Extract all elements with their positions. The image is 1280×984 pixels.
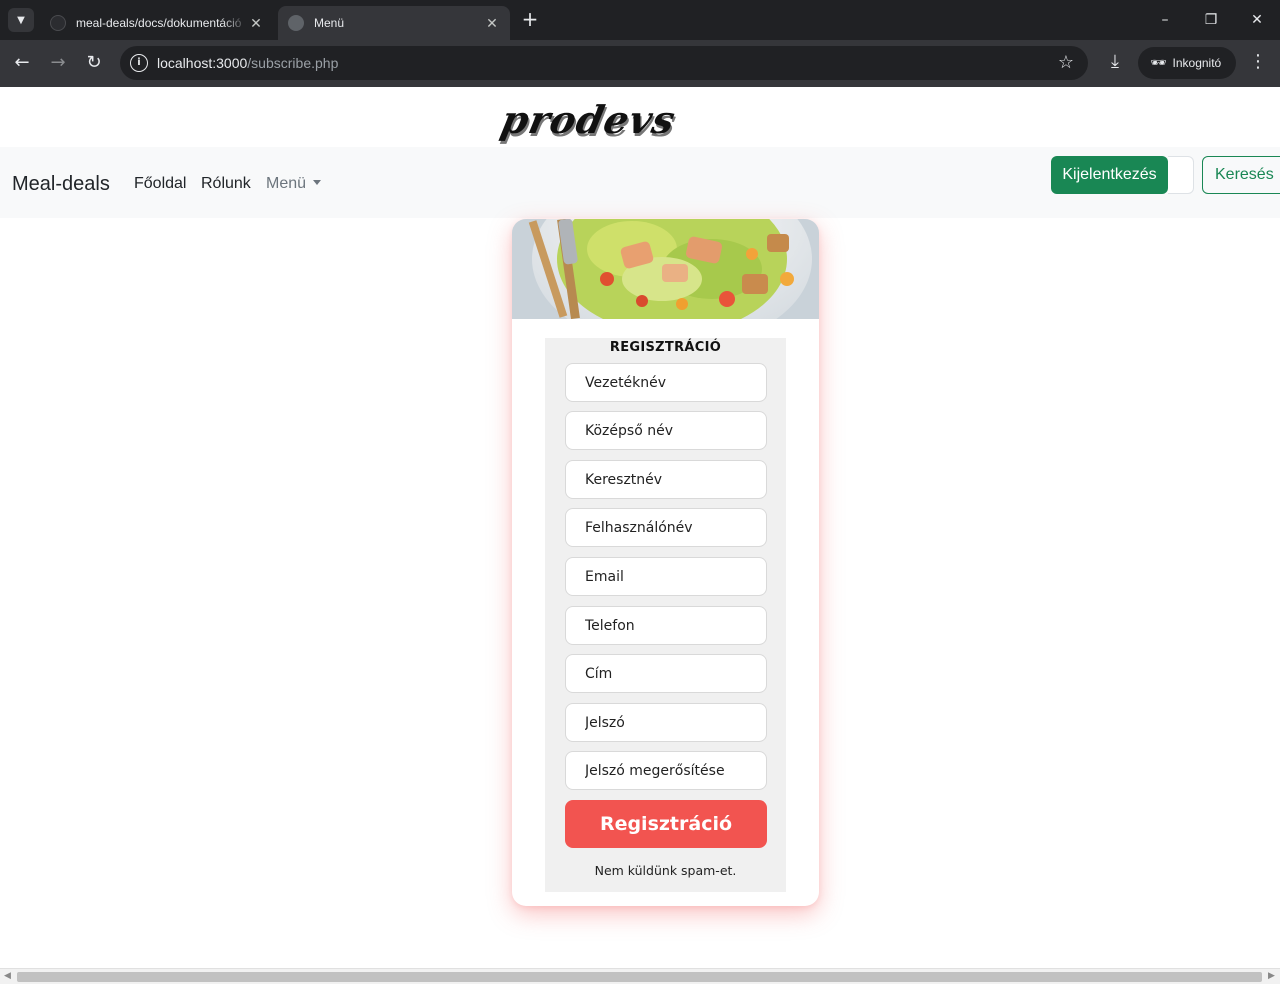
salad-image bbox=[512, 219, 819, 349]
register-button[interactable]: Regisztráció bbox=[565, 800, 767, 848]
navbar-brand[interactable]: Meal-deals bbox=[12, 173, 110, 196]
star-icon[interactable]: ☆ bbox=[1058, 52, 1074, 73]
nav-dropdown-menu[interactable]: Menü bbox=[266, 175, 322, 193]
no-spam-note: Nem küldünk spam-et. bbox=[594, 863, 737, 878]
scrollbar-thumb[interactable] bbox=[17, 972, 1262, 982]
browser-tab-bar: ▼ meal-deals/docs/dokumentáció ✕ Menü ✕ … bbox=[0, 0, 1280, 40]
address-field[interactable] bbox=[565, 654, 767, 693]
plus-icon[interactable]: + bbox=[518, 8, 542, 32]
address-bar[interactable]: i localhost:3000/subscribe.php ☆ bbox=[120, 46, 1088, 80]
browser-tab-docs[interactable]: meal-deals/docs/dokumentáció ✕ bbox=[40, 6, 274, 40]
github-icon bbox=[50, 15, 66, 31]
close-window-icon[interactable]: ✕ bbox=[1245, 8, 1269, 32]
info-icon[interactable]: i bbox=[130, 54, 148, 72]
browser-toolbar: ← → ↻ i localhost:3000/subscribe.php ☆ ⤓… bbox=[0, 40, 1280, 87]
reload-icon[interactable]: ↻ bbox=[82, 51, 106, 75]
nav-link-about[interactable]: Rólunk bbox=[201, 175, 251, 193]
password-field[interactable] bbox=[565, 703, 767, 742]
url-path: /subscribe.php bbox=[247, 55, 339, 71]
caret-down-icon bbox=[313, 180, 322, 185]
first-name-field[interactable] bbox=[565, 460, 767, 499]
arrow-left-icon[interactable]: ← bbox=[10, 51, 34, 75]
last-name-field[interactable] bbox=[565, 363, 767, 402]
registration-card: REGISZTRÁCIÓ Regisztráció Nem küldünk sp… bbox=[512, 219, 819, 906]
incognito-label: Inkognitó bbox=[1172, 56, 1222, 70]
globe-icon bbox=[288, 15, 304, 31]
form-title: REGISZTRÁCIÓ bbox=[609, 340, 722, 355]
scroll-left-icon[interactable]: ◀ bbox=[4, 971, 11, 981]
search-input[interactable] bbox=[1168, 156, 1194, 194]
tab-title: meal-deals/docs/dokumentáció bbox=[76, 16, 242, 30]
chevron-down-icon[interactable]: ▼ bbox=[8, 8, 34, 32]
email-field[interactable] bbox=[565, 557, 767, 596]
tab-title: Menü bbox=[314, 16, 345, 30]
nav-dropdown-label: Menü bbox=[266, 175, 307, 192]
nav-link-home[interactable]: Főoldal bbox=[134, 175, 186, 193]
close-icon[interactable]: ✕ bbox=[248, 15, 264, 32]
username-field[interactable] bbox=[565, 508, 767, 547]
horizontal-scrollbar[interactable]: ◀ ▶ bbox=[0, 968, 1280, 984]
arrow-right-icon[interactable]: → bbox=[46, 51, 70, 75]
download-icon[interactable]: ⤓ bbox=[1103, 51, 1127, 75]
phone-field[interactable] bbox=[565, 606, 767, 645]
minimize-icon[interactable]: – bbox=[1153, 8, 1177, 32]
close-icon[interactable]: ✕ bbox=[484, 15, 500, 32]
kebab-menu-icon[interactable]: ⋮ bbox=[1248, 51, 1268, 75]
scroll-right-icon[interactable]: ▶ bbox=[1268, 971, 1275, 981]
browser-tab-menu[interactable]: Menü ✕ bbox=[278, 6, 510, 40]
site-logo: prodevs bbox=[497, 97, 680, 142]
middle-name-field[interactable] bbox=[565, 411, 767, 450]
search-button[interactable]: Keresés bbox=[1202, 156, 1280, 194]
url-text[interactable]: localhost:3000/subscribe.php bbox=[157, 55, 338, 71]
password-confirm-field[interactable] bbox=[565, 751, 767, 790]
registration-form: REGISZTRÁCIÓ Regisztráció Nem küldünk sp… bbox=[545, 338, 786, 892]
url-host: localhost:3000 bbox=[157, 55, 248, 71]
restore-icon[interactable]: ❐ bbox=[1199, 8, 1223, 32]
incognito-indicator[interactable]: 🕶 Inkognitó bbox=[1138, 47, 1236, 79]
main-navbar: Meal-deals Főoldal Rólunk Menü Kijelentk… bbox=[0, 147, 1280, 218]
logout-button[interactable]: Kijelentkezés bbox=[1051, 156, 1168, 194]
incognito-icon: 🕶 bbox=[1150, 55, 1167, 70]
logo-header: prodevs bbox=[0, 87, 1280, 147]
